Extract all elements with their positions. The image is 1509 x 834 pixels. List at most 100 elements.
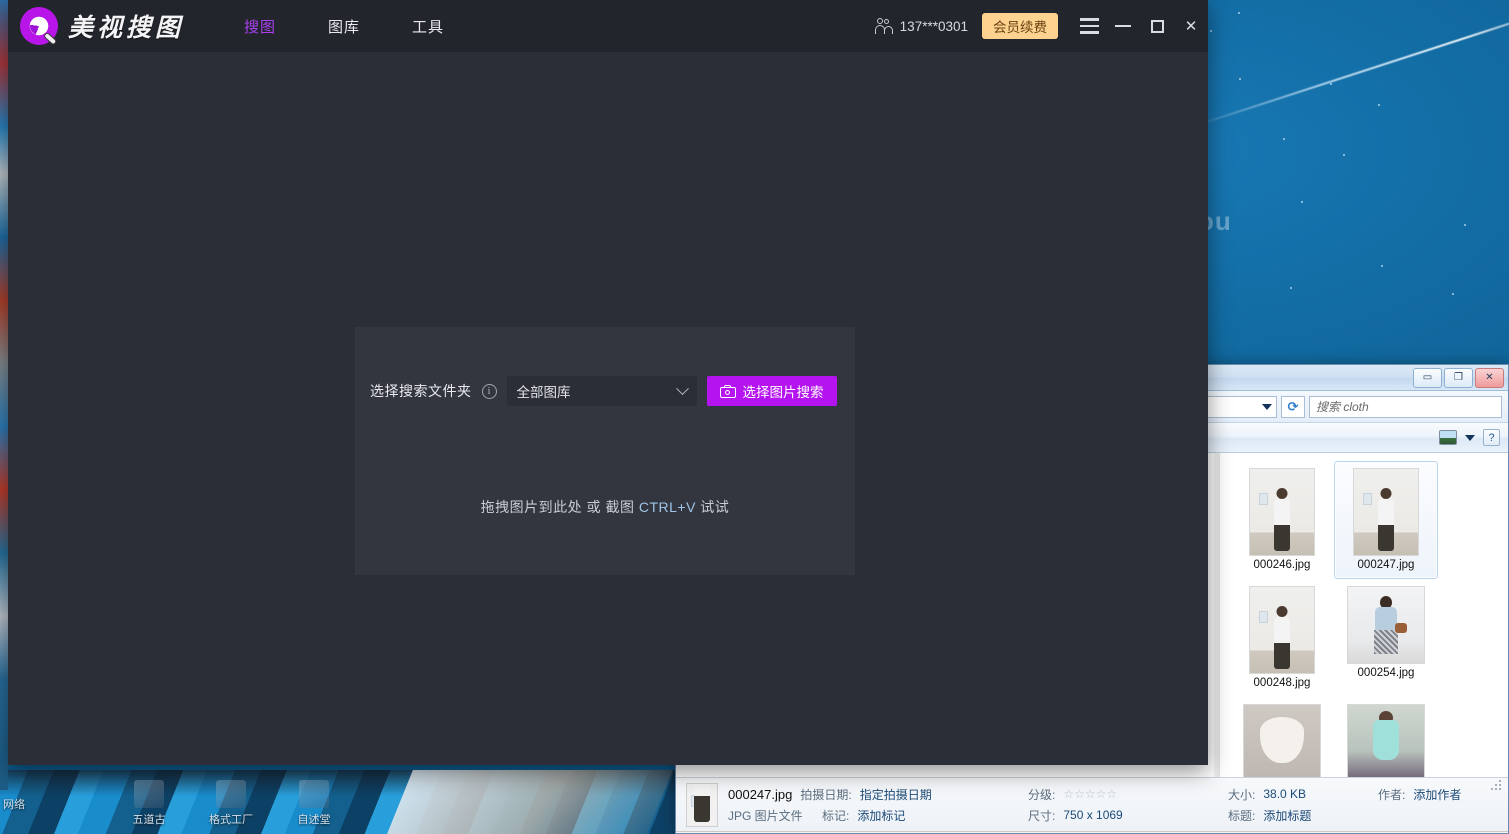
maximize-icon: ❐ <box>1454 373 1463 383</box>
explorer-maximize-button[interactable]: ❐ <box>1444 368 1473 388</box>
details-row: JPG 图片文件 标记: 添加标记 <box>728 807 1028 824</box>
file-thumbnail <box>1347 586 1425 664</box>
drop-hint-suffix: 试试 <box>696 499 729 515</box>
desktop-icon[interactable]: 格式工厂 <box>192 780 270 827</box>
details-tag-value[interactable]: 添加标记 <box>857 807 905 824</box>
wallpaper-star <box>1301 201 1303 203</box>
details-thumbnail <box>686 783 718 827</box>
desktop-icon-glyph <box>134 780 164 808</box>
desktop-icon-label: 自述堂 <box>298 814 331 826</box>
details-resize-grip[interactable] <box>1490 780 1502 792</box>
explorer-close-button[interactable]: ✕ <box>1475 368 1504 388</box>
maximize-icon <box>1151 20 1164 33</box>
drop-hint-shortcut: CTRL+V <box>639 499 696 515</box>
desktop-icon-label: 格式工厂 <box>209 814 253 826</box>
renew-membership-button[interactable]: 会员续费 <box>982 13 1058 39</box>
wallpaper-star <box>1378 104 1380 106</box>
thumb-detail <box>1259 493 1268 505</box>
explorer-file-grid[interactable]: 000246.jpg 000247.jpg <box>1220 453 1508 777</box>
folder-select-dropdown[interactable]: 全部图库 <box>507 376 697 406</box>
details-title-label: 标题: <box>1228 807 1255 824</box>
details-row: 000247.jpg 拍摄日期: 指定拍摄日期 <box>728 786 1028 803</box>
thumb-detail <box>1373 720 1399 760</box>
file-name: 000248.jpg <box>1254 677 1311 689</box>
chevron-down-icon[interactable] <box>1262 404 1272 410</box>
file-tile[interactable]: 000254.jpg <box>1334 579 1438 697</box>
file-tile[interactable]: 000246.jpg <box>1230 461 1334 579</box>
file-tile-selected[interactable]: 000247.jpg <box>1334 461 1438 579</box>
details-author-label: 作者: <box>1378 786 1405 803</box>
thumb-detail <box>1374 630 1398 654</box>
rating-stars[interactable]: ☆☆☆☆☆ <box>1063 787 1117 801</box>
desktop-icon[interactable]: 自述堂 <box>275 780 353 827</box>
explorer-search-input[interactable]: 搜索 cloth <box>1309 396 1502 418</box>
details-author-value[interactable]: 添加作者 <box>1413 786 1461 803</box>
explorer-window-controls: ▭ ❐ ✕ <box>1413 368 1504 388</box>
thumb-detail <box>1381 488 1392 499</box>
maximize-button[interactable] <box>1140 0 1174 52</box>
wallpaper-star <box>1464 224 1466 226</box>
wallpaper-star <box>1283 138 1285 140</box>
close-button[interactable]: ✕ <box>1174 0 1208 52</box>
details-row: 作者: 添加作者 <box>1378 786 1461 803</box>
camera-icon <box>720 385 736 398</box>
wallpaper-star <box>1290 287 1292 289</box>
nav-item-tools[interactable]: 工具 <box>412 16 444 37</box>
thumb-detail <box>1277 488 1288 499</box>
details-columns: 000247.jpg 拍摄日期: 指定拍摄日期 JPG 图片文件 标记: 添加标… <box>728 786 1498 824</box>
details-size-label: 尺寸: <box>1028 807 1055 824</box>
details-column-secondary: 分级: ☆☆☆☆☆ 尺寸: 750 x 1069 <box>1028 786 1228 824</box>
thumb-detail <box>1259 611 1268 623</box>
drop-hint-prefix: 拖拽图片到此处 或 截图 <box>481 499 639 515</box>
wallpaper-star <box>1239 78 1241 80</box>
pane-splitter[interactable] <box>1214 453 1220 777</box>
file-name: 000247.jpg <box>1358 559 1415 571</box>
app-header-right: 137***0301 会员续费 ✕ <box>875 0 1208 52</box>
details-date-value[interactable]: 指定拍摄日期 <box>860 786 932 803</box>
refresh-button[interactable]: ⟳ <box>1281 396 1305 418</box>
menu-button[interactable] <box>1072 0 1106 52</box>
desktop-icon[interactable]: 网络 <box>0 796 44 812</box>
file-thumbnail <box>1353 468 1419 556</box>
account-chip[interactable]: 137***0301 <box>875 18 968 34</box>
image-drop-card[interactable]: 选择搜索文件夹 i 全部图库 选择图片搜索 拖拽图片到此处 或 截图 CTRL+… <box>355 327 855 575</box>
search-controls-row: 选择搜索文件夹 i 全部图库 选择图片搜索 <box>370 376 837 406</box>
explorer-minimize-button[interactable]: ▭ <box>1413 368 1442 388</box>
file-thumbnail <box>1243 704 1321 777</box>
file-name: 000246.jpg <box>1254 559 1311 571</box>
details-title-value[interactable]: 添加标题 <box>1263 807 1311 824</box>
details-column-primary: 000247.jpg 拍摄日期: 指定拍摄日期 JPG 图片文件 标记: 添加标… <box>728 786 1028 824</box>
thumb-detail <box>694 783 710 822</box>
file-tile[interactable]: 000248.jpg <box>1230 579 1334 697</box>
thumb-detail <box>1395 623 1407 633</box>
view-picture-icon[interactable] <box>1439 430 1457 445</box>
details-filesize-value: 38.0 KB <box>1263 787 1306 801</box>
chevron-down-icon[interactable] <box>1465 435 1475 441</box>
file-tile[interactable]: 000255.jpg <box>1230 697 1334 777</box>
desktop-icon-label: 网络 <box>3 799 25 811</box>
explorer-details-pane: 000247.jpg 拍摄日期: 指定拍摄日期 JPG 图片文件 标记: 添加标… <box>676 777 1508 831</box>
app-logo[interactable]: 美视搜图 <box>20 7 184 45</box>
details-filesize-label: 大小: <box>1228 786 1255 803</box>
info-icon[interactable]: i <box>482 384 497 399</box>
desktop-icon-glyph <box>216 780 246 808</box>
app-window: 美视搜图 搜图 图库 工具 137***0301 会员续费 <box>8 0 1208 765</box>
minimize-button[interactable] <box>1106 0 1140 52</box>
nav-item-search[interactable]: 搜图 <box>244 16 276 37</box>
desktop-icon[interactable]: 五道古 <box>110 780 188 827</box>
wallpaper-star <box>1343 154 1345 156</box>
details-filetype: JPG 图片文件 <box>728 807 814 824</box>
thumb-detail <box>1260 717 1304 763</box>
thumb-detail <box>1274 499 1290 551</box>
thumb-detail <box>1277 606 1288 617</box>
details-tag-label: 标记: <box>822 807 849 824</box>
details-column-tertiary: 大小: 38.0 KB 标题: 添加标题 <box>1228 786 1378 824</box>
nav-item-library[interactable]: 图库 <box>328 16 360 37</box>
wallpaper-star <box>1238 12 1240 14</box>
file-thumbnail <box>1249 586 1315 674</box>
desktop-icon-label: 五道古 <box>133 814 166 826</box>
pick-image-search-button[interactable]: 选择图片搜索 <box>707 376 837 406</box>
details-row: 尺寸: 750 x 1069 <box>1028 807 1228 824</box>
help-button[interactable]: ? <box>1483 429 1500 446</box>
file-tile[interactable]: 000256.jpg <box>1334 697 1438 777</box>
